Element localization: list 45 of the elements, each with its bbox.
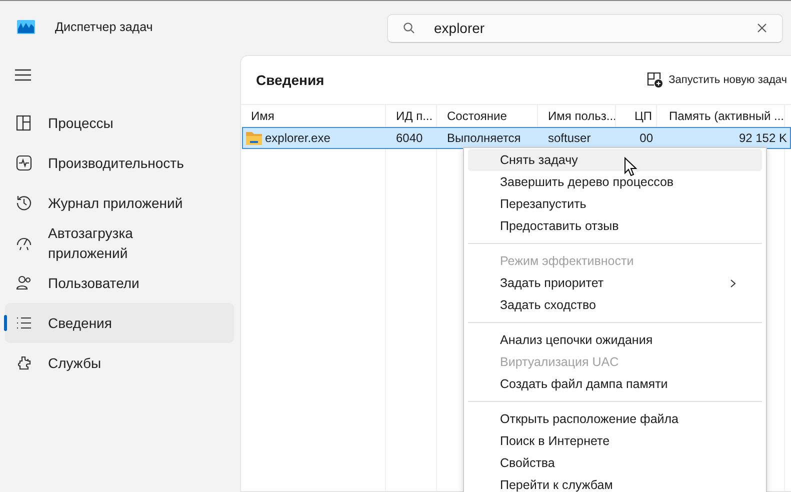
gauge-icon — [16, 235, 32, 251]
table-cell-text: 00 — [640, 130, 653, 147]
table-cell-text: 92 152 K — [738, 130, 787, 147]
table-row[interactable]: explorer.exe 6040 Выполняется softuser 00 92 152 K — [242, 127, 791, 149]
panel-title: Сведения — [256, 72, 324, 88]
table-cell-text: Выполняется — [447, 130, 521, 147]
table-cell-text: explorer.exe — [265, 130, 330, 147]
menu-item[interactable]: Создать файл дампа памяти — [468, 373, 762, 395]
menu-item[interactable]: Открыть расположение файла — [468, 408, 762, 430]
table-cell-text: 6040 — [396, 130, 423, 147]
menu-item[interactable]: Завершить дерево процессов — [468, 171, 762, 193]
sidebar-item[interactable]: Сведения — [5, 303, 234, 343]
menu-icon[interactable] — [15, 69, 31, 81]
chevron-right-icon — [730, 278, 736, 288]
menu-item[interactable]: Задать сходство — [468, 294, 762, 316]
search-icon — [403, 22, 415, 34]
menu-item[interactable]: Анализ цепочки ожидания — [468, 329, 762, 351]
sidebar-item[interactable]: Журнал приложений — [5, 183, 234, 223]
sidebar-item[interactable]: Пользователи — [5, 263, 234, 303]
search-field[interactable]: explorer — [387, 14, 783, 42]
sidebar-item[interactable]: Процессы — [5, 103, 234, 143]
table-cell-text: softuser — [548, 130, 591, 147]
puzzle-icon — [16, 355, 32, 371]
menu-item[interactable]: Перезапустить — [468, 193, 762, 215]
users-icon — [16, 275, 32, 291]
sidebar-item[interactable]: Автозагрузка приложений — [5, 223, 234, 263]
sidebar-item[interactable]: Производительность — [5, 143, 234, 183]
app-logo-icon — [17, 20, 35, 34]
folder-icon — [246, 131, 262, 145]
menu-item[interactable]: Перейти к службам — [468, 474, 762, 492]
menu-item[interactable]: Снять задачу — [468, 149, 762, 171]
menu-item[interactable]: Предоставить отзыв — [468, 215, 762, 237]
run-new-task-button[interactable]: Запустить новую задач — [646, 72, 787, 88]
new-task-icon — [646, 72, 663, 88]
pulse-icon — [16, 155, 32, 171]
menu-item[interactable]: Поиск в Интернете — [468, 430, 762, 452]
window-title: Диспетчер задач — [55, 20, 153, 34]
history-icon — [16, 195, 32, 211]
menu-item[interactable]: Свойства — [468, 452, 762, 474]
list-icon — [16, 315, 32, 331]
close-icon[interactable] — [757, 22, 767, 32]
grid-icon — [16, 115, 32, 131]
menu-item[interactable]: Задать приоритет — [468, 272, 762, 294]
mouse-pointer-icon — [624, 157, 637, 177]
sidebar-item[interactable]: Службы — [5, 343, 234, 383]
